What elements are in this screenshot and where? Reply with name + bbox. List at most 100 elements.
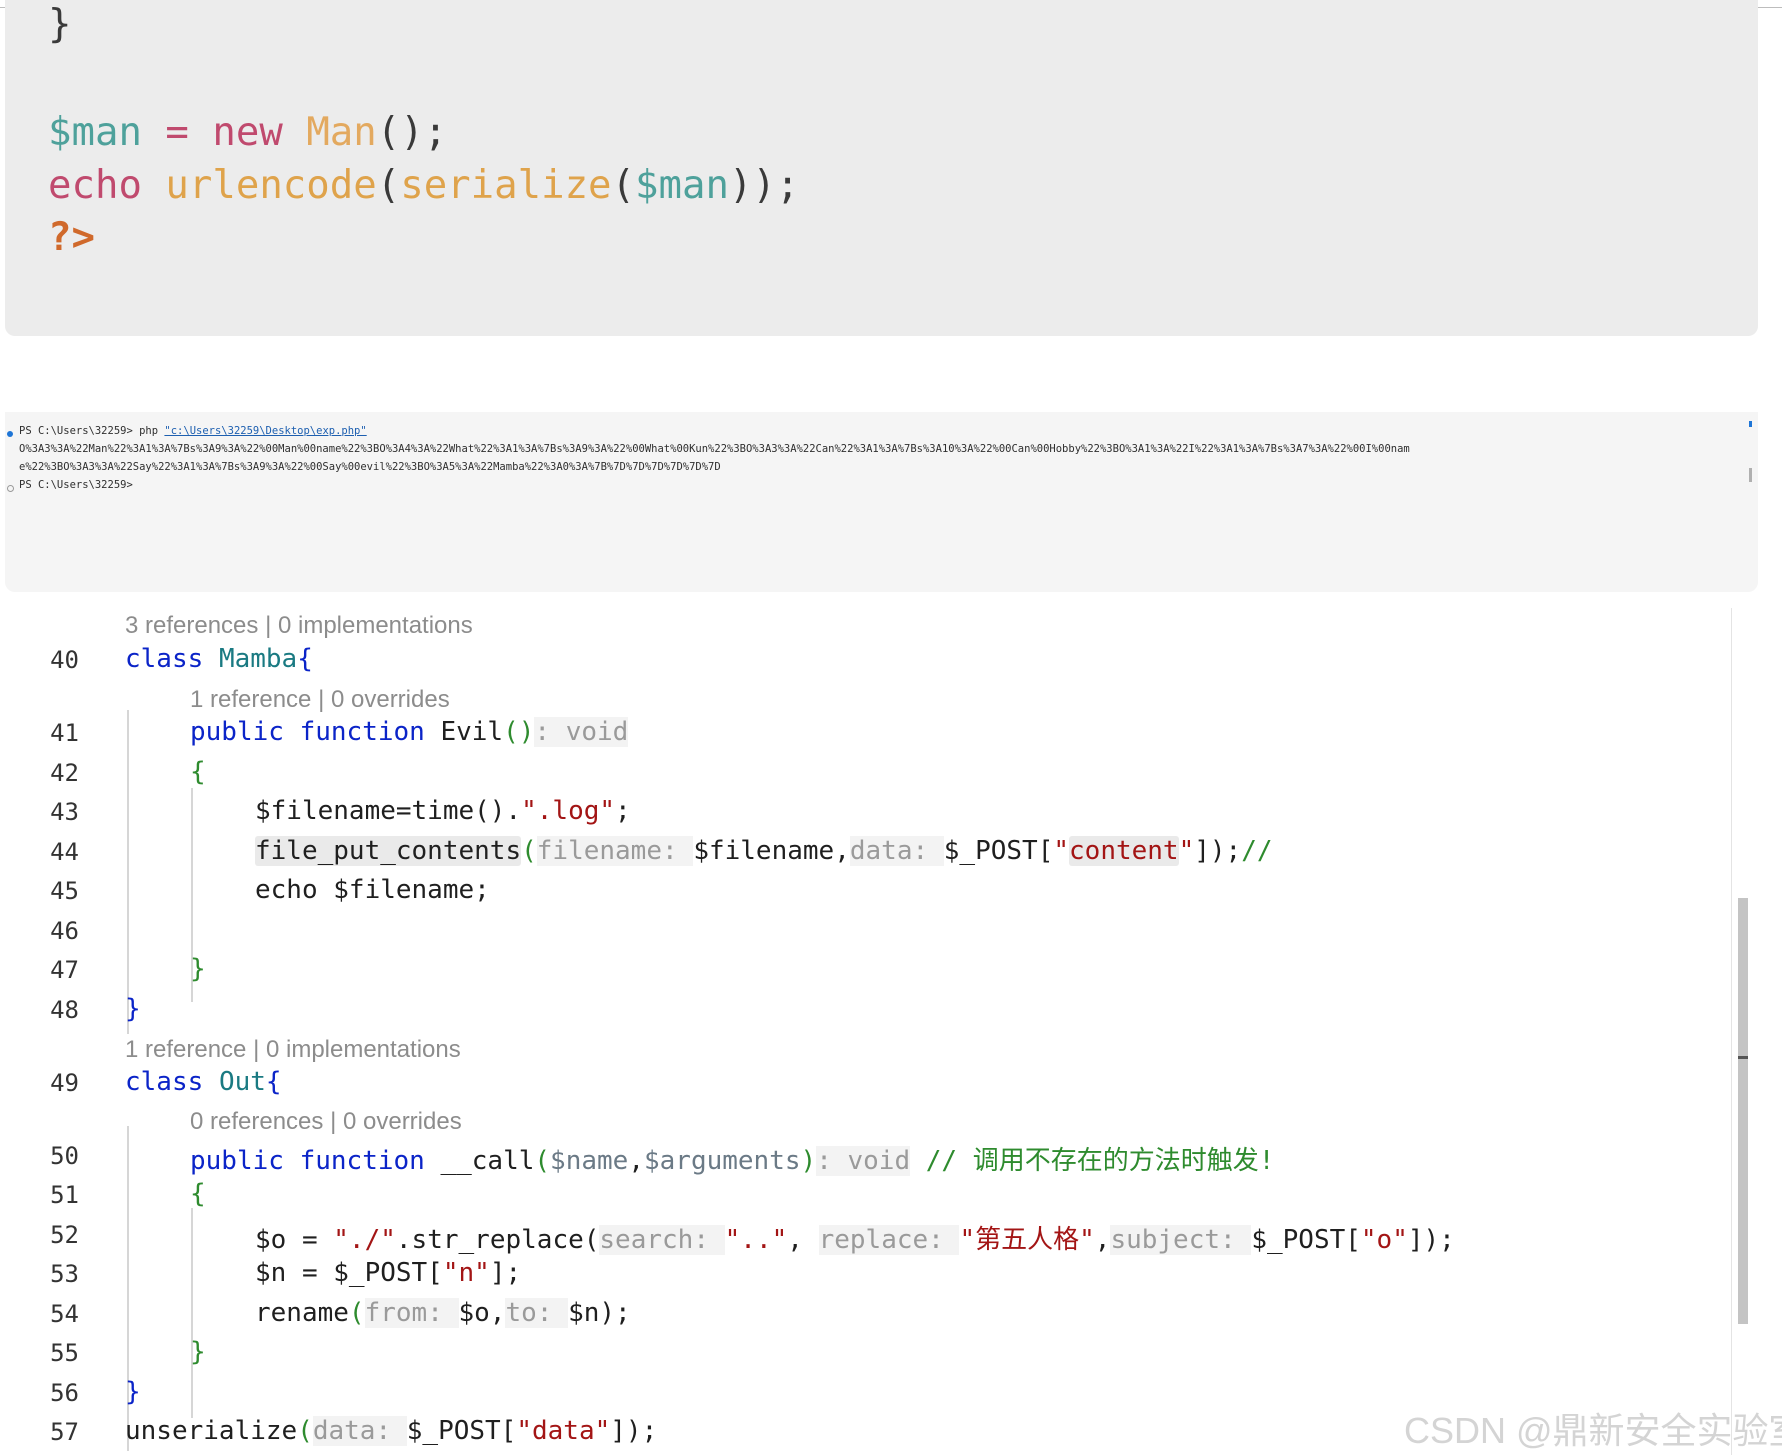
line-number[interactable]: 56 (11, 1379, 79, 1407)
inlay-hint-param: replace: (818, 1225, 960, 1255)
line-number[interactable]: 53 (11, 1260, 79, 1288)
token-code: , (787, 1225, 819, 1255)
code-line-50[interactable]: public function __call($name,$arguments)… (190, 1140, 1274, 1177)
line-number[interactable]: 45 (11, 877, 79, 905)
token-tail: ); (599, 1298, 631, 1328)
token-code: ]); (1407, 1225, 1455, 1255)
token-code: .str_replace( (395, 1225, 600, 1255)
code-line-52[interactable]: $o = "./".str_replace(search: "..", repl… (255, 1219, 1455, 1256)
terminal-file-link[interactable]: "c:\Users\32259\Desktop\exp.php" (164, 425, 366, 437)
token-tail: ]); (1194, 836, 1242, 866)
codelens-references[interactable]: 3 references | 0 implementations (125, 612, 473, 640)
token-var: $man (48, 110, 142, 155)
terminal-scrollbar[interactable] (1749, 468, 1752, 482)
code-line-php-close-tag: ?> (48, 215, 95, 260)
token-paren: ( (611, 163, 636, 208)
token-keyword: echo (48, 163, 142, 208)
token-paren: ( (521, 836, 537, 866)
code-line-42[interactable]: { (190, 757, 206, 787)
codelens-references[interactable]: 1 reference | 0 overrides (190, 686, 450, 714)
code-line-41[interactable]: public function Evil(): void (190, 717, 629, 747)
token-comma: , (628, 1146, 644, 1176)
token-code: , (1094, 1225, 1111, 1255)
line-number[interactable]: 43 (11, 798, 79, 826)
token-string: "o" (1360, 1225, 1408, 1255)
token-string: "./" (333, 1225, 396, 1255)
token-brace: { (265, 1067, 282, 1097)
indent-guide (127, 710, 129, 1034)
line-number[interactable]: 50 (11, 1142, 79, 1170)
code-line-48[interactable]: } (125, 994, 141, 1024)
line-number[interactable]: 46 (11, 917, 79, 945)
code-line-53[interactable]: $n = $_POST["n"]; (255, 1258, 521, 1288)
token-arg: $_POST[ (943, 836, 1054, 866)
token-param: $name (550, 1146, 629, 1176)
token-function: rename (255, 1298, 349, 1328)
inlay-hint-param: subject: (1110, 1225, 1252, 1255)
terminal-idle-dot (7, 485, 14, 492)
token-keyword: new (212, 110, 283, 155)
code-editor[interactable]: 3 references | 0 implementations 1 refer… (5, 608, 1748, 1455)
inlay-hint-return-type: : void (816, 1146, 911, 1176)
line-number[interactable]: 49 (11, 1069, 79, 1097)
terminal-prompt-line: PS C:\Users\32259> (19, 479, 133, 491)
token-function: urlencode (165, 163, 377, 208)
token-keyword: function (299, 717, 425, 747)
code-line-56[interactable]: } (125, 1377, 141, 1407)
code-line-55[interactable]: } (190, 1337, 206, 1367)
editor-minimap-divider (1731, 608, 1732, 1455)
codelens-references[interactable]: 0 references | 0 overrides (190, 1108, 462, 1136)
token-method-name: __call (440, 1146, 535, 1176)
terminal-status-dot (7, 431, 13, 437)
editor-scrollbar-cursor-marker (1738, 1056, 1748, 1059)
token-keyword: public (190, 717, 284, 747)
terminal-output-line-1: O%3A3%3A%22Man%22%3A1%3A%7Bs%3A9%3A%22%0… (19, 443, 1410, 455)
code-line-echo: echo urlencode(serialize($man)); (48, 163, 799, 208)
token-paren: ( (376, 163, 401, 208)
watermark: CSDN @鼎新安全实验室 (1404, 1410, 1782, 1451)
code-line-45[interactable]: echo $filename; (255, 875, 490, 905)
code-snippet-block: } $man = new Man(); echo urlencode(seria… (5, 0, 1758, 336)
token-function: file_put_contents (255, 836, 522, 866)
token-class-name: Mamba (218, 644, 298, 674)
token-string-highlighted: content (1069, 836, 1179, 866)
code-line-43[interactable]: $filename=time().".log"; (255, 796, 631, 826)
token-op: = (141, 110, 213, 155)
token-tail: ; (615, 796, 631, 826)
code-line-49[interactable]: class Out{ (125, 1067, 282, 1097)
inlay-hint-param: search: (599, 1225, 725, 1255)
token-tail: ]); (610, 1416, 658, 1446)
inlay-hint-param: from: (364, 1298, 459, 1328)
terminal-prompt: PS C:\Users\32259> php (19, 425, 165, 437)
line-number[interactable]: 40 (11, 646, 79, 674)
line-number[interactable]: 41 (11, 719, 79, 747)
editor-scrollbar-thumb[interactable] (1738, 898, 1748, 1324)
line-number[interactable]: 48 (11, 996, 79, 1024)
terminal-panel[interactable]: PS C:\Users\32259> php "c:\Users\32259\D… (5, 412, 1758, 592)
line-number[interactable]: 54 (11, 1300, 79, 1328)
token-string-quote: " (1053, 836, 1070, 866)
line-number[interactable]: 42 (11, 759, 79, 787)
code-line-57[interactable]: unserialize(data: $_POST["data"]); (125, 1416, 657, 1446)
codelens-references[interactable]: 1 reference | 0 implementations (125, 1036, 461, 1064)
code-line-47[interactable]: } (190, 954, 206, 984)
token-arg: $o, (458, 1298, 506, 1328)
line-number[interactable]: 51 (11, 1181, 79, 1209)
inlay-hint-param: to: (505, 1298, 569, 1328)
line-number[interactable]: 47 (11, 956, 79, 984)
line-number[interactable]: 57 (11, 1418, 79, 1446)
inlay-hint-param: data: (312, 1416, 407, 1446)
inlay-hint-param: data: (849, 836, 944, 866)
token-class-name: Out (218, 1067, 266, 1097)
code-line-40[interactable]: class Mamba{ (125, 644, 313, 674)
code-line-54[interactable]: rename(from: $o,to: $n); (255, 1298, 631, 1328)
token-paren: () (503, 717, 535, 747)
code-line-51[interactable]: { (190, 1179, 206, 1209)
line-number[interactable]: 44 (11, 838, 79, 866)
line-number[interactable]: 55 (11, 1339, 79, 1367)
token-paren: ) (800, 1146, 817, 1176)
code-line-44[interactable]: file_put_contents(filename: $filename,da… (255, 836, 1273, 866)
terminal-scroll-marker (1749, 421, 1752, 427)
token-arg: $_POST[ (406, 1416, 517, 1446)
line-number[interactable]: 52 (11, 1221, 79, 1249)
